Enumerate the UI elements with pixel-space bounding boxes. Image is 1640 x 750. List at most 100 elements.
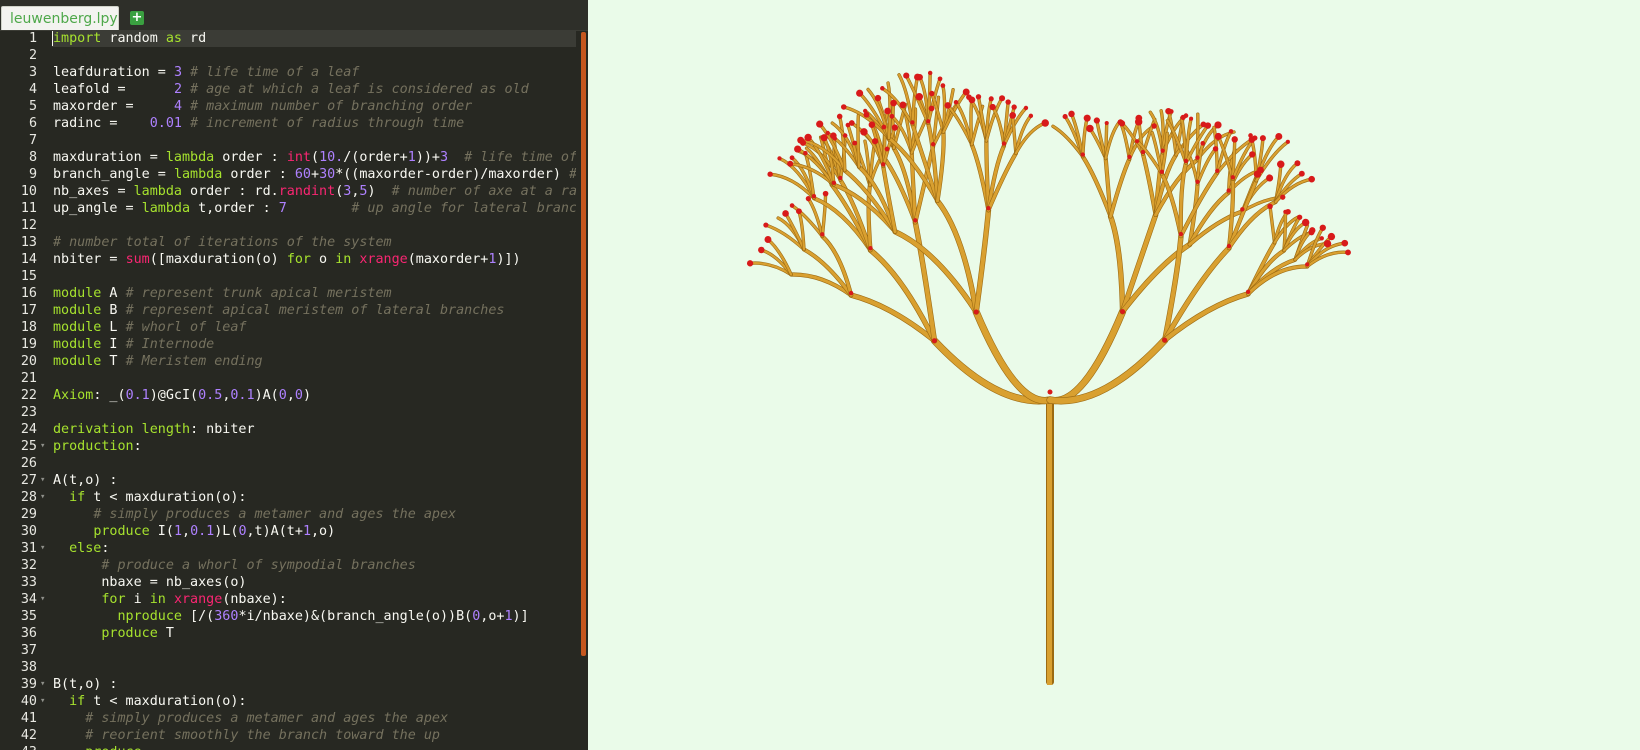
code-line[interactable]: 14 nbiter = sum([maxduration(o) for o in …: [0, 251, 576, 268]
code-line[interactable]: 35 nproduce [/(360*i/nbaxe)&(branch_angl…: [0, 608, 576, 625]
fold-arrow-icon[interactable]: ▾: [40, 472, 45, 489]
code-line[interactable]: 27 ▾ A(t,o) :: [0, 472, 576, 489]
leaf-bud: [1180, 114, 1186, 120]
code-line[interactable]: 3 leafduration = 3 # life time of a leaf: [0, 64, 576, 81]
code-line[interactable]: 11 up_angle = lambda t,order : 7 # up ang…: [0, 200, 576, 217]
leaf-bud: [1248, 133, 1253, 138]
leaf-bud: [831, 180, 837, 185]
line-number: 19: [20, 337, 37, 352]
line-number: 20: [20, 354, 37, 369]
leaf-bud: [1062, 114, 1068, 120]
code-line[interactable]: 9 branch_angle = lambda order : 60+30*((m…: [0, 166, 576, 183]
branch: [1120, 212, 1158, 314]
code-line[interactable]: 7: [0, 132, 576, 149]
line-number: 35: [20, 609, 37, 624]
tab-file[interactable]: leuwenberg.lpy: [1, 6, 119, 30]
code-line[interactable]: 29 # simply produces a metamer and ages …: [0, 506, 576, 523]
line-number: 43: [0, 744, 37, 750]
leaf-bud: [1226, 243, 1232, 249]
fold-arrow-icon[interactable]: ▾: [40, 676, 45, 693]
code-line[interactable]: 26: [0, 455, 576, 472]
leaf-bud: [1294, 160, 1301, 167]
code-line[interactable]: 20 module T # Meristem ending: [0, 353, 576, 370]
leaf-bud: [940, 83, 946, 88]
leaf-bud: [884, 107, 891, 115]
branch: [893, 229, 979, 315]
leaf-bud: [1275, 132, 1283, 140]
code-line[interactable]: 38: [0, 659, 576, 676]
leaf-bud: [1285, 139, 1290, 144]
branch: [1109, 157, 1131, 218]
code-line[interactable]: 10 nb_axes = lambda order : rd.randint(3,…: [0, 183, 576, 200]
code-line[interactable]: 34 ▾ for i in xrange(nbaxe):: [0, 591, 576, 608]
fold-arrow-icon[interactable]: ▾: [40, 693, 45, 710]
leaf-bud: [845, 122, 851, 128]
code-text: module T # Meristem ending: [53, 354, 263, 369]
fold-arrow-icon[interactable]: ▾: [40, 591, 45, 608]
code-line[interactable]: 13 # number total of iterations of the sy…: [0, 234, 576, 251]
code-line[interactable]: 2: [0, 47, 576, 64]
code-line[interactable]: 42 # reorient smoothly the branch toward…: [0, 727, 576, 744]
code-line[interactable]: 40 ▾ if t < maxduration(o):: [0, 693, 576, 710]
plus-icon[interactable]: +: [130, 11, 144, 25]
branch-shadow: [934, 198, 979, 315]
fold-arrow-icon[interactable]: ▾: [40, 489, 45, 506]
code-line[interactable]: 19 module I # Internode: [0, 336, 576, 353]
code-line[interactable]: 24 derivation length: nbiter: [0, 421, 576, 438]
leaf-bud: [1093, 117, 1100, 124]
code-text: # produce a whorl of sympodial branches: [101, 558, 416, 573]
branch: [935, 198, 979, 315]
code-line[interactable]: 33 nbaxe = nb_axes(o): [0, 574, 576, 591]
code-line[interactable]: 43 produce ...: [0, 744, 576, 750]
code-line[interactable]: 15: [0, 268, 576, 285]
leaf-bud: [926, 119, 931, 124]
line-number: 22: [20, 388, 37, 403]
leaf-bud: [881, 162, 886, 167]
line-number: 31: [20, 541, 37, 556]
code-line[interactable]: 4 leafold = 2 # age at which a leaf is co…: [0, 81, 576, 98]
code-text: leafold = 2 # age at which a leaf is con…: [53, 82, 529, 97]
code-line[interactable]: 17 module B # represent apical meristem o…: [0, 302, 576, 319]
code-line[interactable]: 6 radinc = 0.01 # increment of radius thr…: [0, 115, 576, 132]
code-line[interactable]: 25 ▾ production:: [0, 438, 576, 455]
leaf-bud: [1001, 141, 1007, 146]
leaf-bud: [804, 133, 812, 142]
code-area[interactable]: 1 import random as rd 2 3 leafduration = 3 #…: [0, 30, 576, 750]
code-line[interactable]: 12: [0, 217, 576, 234]
code-line[interactable]: 18 module L # whorl of leaf: [0, 319, 576, 336]
leaf-bud: [1134, 139, 1140, 144]
code-line[interactable]: 16 module A # represent trunk apical meri…: [0, 285, 576, 302]
code-line[interactable]: 37: [0, 642, 576, 659]
leaf-bud: [1266, 174, 1274, 182]
leaf-bud: [1178, 231, 1184, 237]
code-line[interactable]: 28 ▾ if t < maxduration(o):: [0, 489, 576, 506]
code-line[interactable]: 39 ▾ B(t,o) :: [0, 676, 576, 693]
code-line[interactable]: 1 import random as rd: [0, 30, 576, 47]
code-line[interactable]: 36 produce T: [0, 625, 576, 642]
code-text: module A # represent trunk apical merist…: [53, 286, 392, 301]
leaf-bud: [816, 120, 824, 128]
code-line[interactable]: 8 maxduration = lambda order : int(10./(o…: [0, 149, 576, 166]
fold-arrow-icon[interactable]: ▾: [40, 438, 45, 455]
code-line[interactable]: 21: [0, 370, 576, 387]
code-line[interactable]: 31 ▾ else:: [0, 540, 576, 557]
line-number: 4: [28, 82, 37, 97]
3d-viewer[interactable]: [588, 0, 1640, 750]
code-text: up_angle = lambda t,order : 7 # up angle…: [53, 201, 576, 216]
code-line[interactable]: 41 # simply produces a metamer and ages …: [0, 710, 576, 727]
line-number: 3: [28, 65, 37, 80]
code-line[interactable]: 30 produce I(1,0.1)L(0,t)A(t+1,o): [0, 523, 576, 540]
code-line[interactable]: 32 # produce a whorl of sympodial branch…: [0, 557, 576, 574]
code-editor-panel[interactable]: leuwenberg.lpy + 1 import random as rd 2 3 l…: [0, 0, 588, 750]
code-text: nb_axes = lambda order : rd.randint(3,5)…: [53, 184, 576, 199]
code-line[interactable]: 23: [0, 404, 576, 421]
code-line[interactable]: 22 Axiom: _(0.1)@GcI(0.5,0.1)A(0,0): [0, 387, 576, 404]
fold-arrow-icon[interactable]: ▾: [40, 540, 45, 557]
leaf-bud: [1231, 136, 1238, 143]
line-number: 27: [20, 473, 37, 488]
code-text: nbiter = sum([maxduration(o) for o in xr…: [53, 252, 521, 267]
vertical-scrollbar[interactable]: [581, 32, 586, 656]
leaf-bud: [803, 150, 808, 156]
leaf-bud: [868, 245, 873, 251]
code-line[interactable]: 5 maxorder = 4 # maximum number of branch…: [0, 98, 576, 115]
